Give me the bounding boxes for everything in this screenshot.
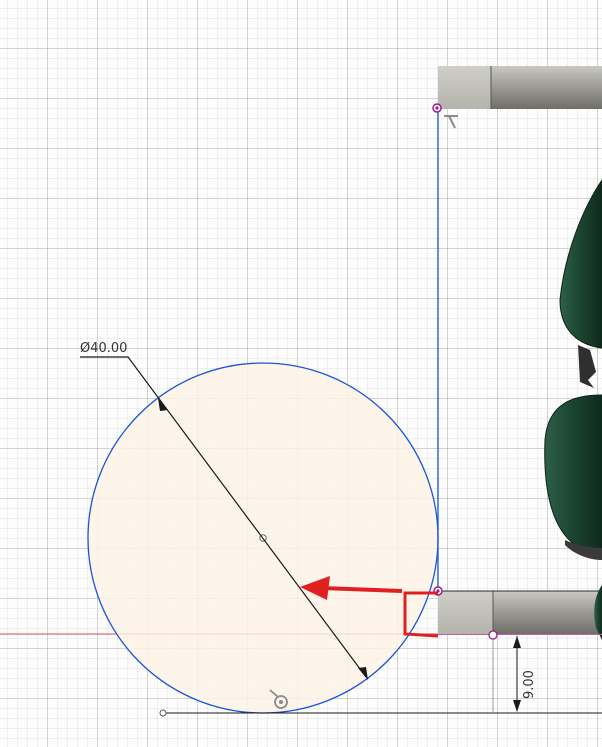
height-arrowhead-bottom <box>513 700 521 712</box>
fix-glyph-dot <box>279 700 283 704</box>
sketch-svg[interactable]: Ø40.00 9.00 <box>0 0 602 747</box>
bottom-gray-body[interactable] <box>438 590 602 634</box>
green-joint-detail <box>578 345 596 388</box>
bottom-body-end-face <box>438 591 493 634</box>
coincident-point-icon[interactable] <box>488 630 498 640</box>
tangent-constraint-icon[interactable] <box>444 115 458 129</box>
diameter-dimension-text[interactable]: Ø40.00 <box>80 341 127 356</box>
sketch-canvas[interactable]: Ø40.00 9.00 <box>0 0 602 747</box>
green-model-body[interactable] <box>544 179 602 640</box>
baseline-endpoint[interactable] <box>159 709 167 717</box>
top-constraint-point-core <box>435 106 439 110</box>
top-body-end-face <box>438 66 491 109</box>
height-dimension-text[interactable]: 9.00 <box>522 670 537 699</box>
height-arrowhead-top <box>513 636 521 648</box>
green-middle-shell <box>544 394 602 551</box>
tangent-glyph-stem <box>448 115 456 129</box>
green-upper-shell <box>559 179 602 349</box>
top-gray-body[interactable] <box>438 66 602 109</box>
